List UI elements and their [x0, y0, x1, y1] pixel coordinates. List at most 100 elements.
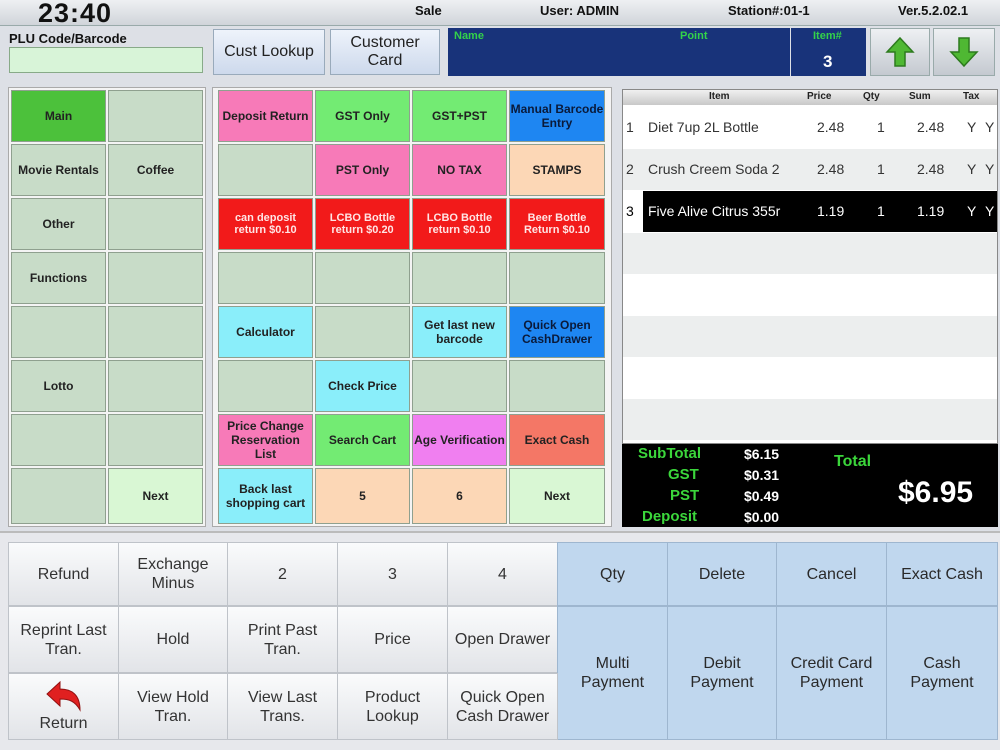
lcbo-bottle-020-key[interactable]: LCBO Bottle return $0.20	[315, 198, 410, 250]
empty-key[interactable]	[218, 360, 313, 412]
category-main[interactable]: Main	[11, 90, 106, 142]
button-3[interactable]: 3	[337, 542, 448, 606]
empty-key[interactable]	[315, 306, 410, 358]
category-movie-rentals[interactable]: Movie Rentals	[11, 144, 106, 196]
price-button[interactable]: Price	[337, 606, 448, 673]
page-6-key[interactable]: 6	[412, 468, 507, 524]
age-verification-key[interactable]: Age Verification	[412, 414, 507, 466]
empty-key[interactable]	[218, 144, 313, 196]
arrow-down-icon	[949, 37, 979, 68]
return-arrow-icon	[45, 680, 81, 712]
transaction-row[interactable]: 2 Crush Creem Soda 2 2.48 1 2.48 Y Y	[623, 149, 997, 190]
empty-key[interactable]	[218, 252, 313, 304]
transaction-row-selected[interactable]: 3 Five Alive Citrus 355r 1.19 1 1.19 Y Y	[623, 191, 997, 232]
search-cart-key[interactable]: Search Cart	[315, 414, 410, 466]
button-4[interactable]: 4	[447, 542, 558, 606]
page-5-key[interactable]: 5	[315, 468, 410, 524]
hold-button[interactable]: Hold	[118, 606, 228, 673]
category-other[interactable]: Other	[11, 198, 106, 250]
category-empty[interactable]	[108, 252, 203, 304]
return-button[interactable]: Return	[8, 673, 119, 740]
multi-payment-button[interactable]: Multi Payment	[557, 606, 668, 740]
refund-button[interactable]: Refund	[8, 542, 119, 606]
category-coffee[interactable]: Coffee	[108, 144, 203, 196]
exact-cash-button[interactable]: Exact Cash	[886, 542, 998, 606]
cash-payment-button[interactable]: Cash Payment	[886, 606, 998, 740]
check-price-key[interactable]: Check Price	[315, 360, 410, 412]
cust-lookup-button[interactable]: Cust Lookup	[213, 29, 325, 75]
gst-value: $0.31	[744, 467, 780, 483]
category-empty[interactable]	[108, 360, 203, 412]
last-barcode-key[interactable]: Get last new barcode	[412, 306, 507, 358]
can-deposit-return-key[interactable]: can deposit return $0.10	[218, 198, 313, 250]
col-item: Item	[709, 91, 730, 102]
quick-open-cashdrawer-key[interactable]: Quick Open CashDrawer	[509, 306, 605, 358]
gst-only-key[interactable]: GST Only	[315, 90, 410, 142]
row-tax2: Y	[985, 119, 995, 135]
stamps-key[interactable]: STAMPS	[509, 144, 605, 196]
col-sum: Sum	[909, 91, 931, 102]
manual-barcode-key[interactable]: Manual Barcode Entry	[509, 90, 605, 142]
qty-button[interactable]: Qty	[557, 542, 668, 606]
total-value: $6.95	[898, 476, 974, 509]
category-empty[interactable]	[11, 414, 106, 466]
category-functions[interactable]: Functions	[11, 252, 106, 304]
customer-card-button[interactable]: Customer Card	[330, 29, 440, 75]
clock: 23:40	[38, 0, 113, 28]
exchange-minus-button[interactable]: Exchange Minus	[118, 542, 228, 606]
calculator-key[interactable]: Calculator	[218, 306, 313, 358]
mode-label: Sale	[415, 3, 442, 18]
delete-button[interactable]: Delete	[667, 542, 777, 606]
view-last-trans-button[interactable]: View Last Trans.	[227, 673, 338, 740]
transaction-list[interactable]: Item Price Qty Sum Tax 1 Diet 7up 2L Bot…	[622, 89, 998, 444]
category-empty[interactable]	[11, 306, 106, 358]
row-tax1: Y	[967, 203, 977, 219]
back-last-cart-key[interactable]: Back last shopping cart	[218, 468, 313, 524]
view-hold-tran-button[interactable]: View Hold Tran.	[118, 673, 228, 740]
empty-key[interactable]	[315, 252, 410, 304]
transaction-header: Item Price Qty Sum Tax	[623, 90, 997, 105]
scroll-down-button[interactable]	[933, 28, 995, 76]
print-past-tran-button[interactable]: Print Past Tran.	[227, 606, 338, 673]
quick-open-cash-drawer-button[interactable]: Quick Open Cash Drawer	[447, 673, 558, 740]
empty-key[interactable]	[412, 252, 507, 304]
name-label: Name	[454, 30, 484, 42]
credit-card-payment-button[interactable]: Credit Card Payment	[776, 606, 887, 740]
pst-only-key[interactable]: PST Only	[315, 144, 410, 196]
category-panel: Main Movie Rentals Other Functions Lotto…	[8, 87, 206, 527]
empty-key[interactable]	[509, 252, 605, 304]
station-label: Station#:01-1	[728, 3, 810, 18]
price-change-key[interactable]: Price Change Reservation List	[218, 414, 313, 466]
product-lookup-button[interactable]: Product Lookup	[337, 673, 448, 740]
total-label: Total	[834, 453, 872, 470]
reprint-last-tran-button[interactable]: Reprint Last Tran.	[8, 606, 119, 673]
function-button-panel: Refund Exchange Minus 2 3 4 Qty Delete C…	[0, 531, 1000, 750]
empty-key[interactable]	[509, 360, 605, 412]
category-empty[interactable]	[108, 198, 203, 250]
lcbo-bottle-010-key[interactable]: LCBO Bottle return $0.10	[412, 198, 507, 250]
plu-input[interactable]	[9, 47, 203, 73]
transaction-row[interactable]: 1 Diet 7up 2L Bottle 2.48 1 2.48 Y Y	[623, 107, 997, 148]
button-2[interactable]: 2	[227, 542, 338, 606]
scroll-up-button[interactable]	[870, 28, 930, 76]
no-tax-key[interactable]: NO TAX	[412, 144, 507, 196]
debit-payment-button[interactable]: Debit Payment	[667, 606, 777, 740]
row-number: 3	[623, 191, 643, 232]
category-lotto[interactable]: Lotto	[11, 360, 106, 412]
category-empty[interactable]	[108, 306, 203, 358]
pst-label: PST	[670, 487, 700, 504]
empty-key[interactable]	[412, 360, 507, 412]
deposit-return-key[interactable]: Deposit Return	[218, 90, 313, 142]
category-empty[interactable]	[108, 414, 203, 466]
category-next-button[interactable]: Next	[108, 468, 203, 524]
category-empty[interactable]	[11, 468, 106, 524]
exact-cash-key[interactable]: Exact Cash	[509, 414, 605, 466]
subtotal-value: $6.15	[744, 446, 780, 462]
category-empty[interactable]	[108, 90, 203, 142]
open-drawer-button[interactable]: Open Drawer	[447, 606, 558, 673]
cancel-button[interactable]: Cancel	[776, 542, 887, 606]
gst-pst-key[interactable]: GST+PST	[412, 90, 507, 142]
row-price: 2.48	[817, 161, 845, 177]
keys-next-button[interactable]: Next	[509, 468, 605, 524]
beer-bottle-return-key[interactable]: Beer Bottle Return $0.10	[509, 198, 605, 250]
